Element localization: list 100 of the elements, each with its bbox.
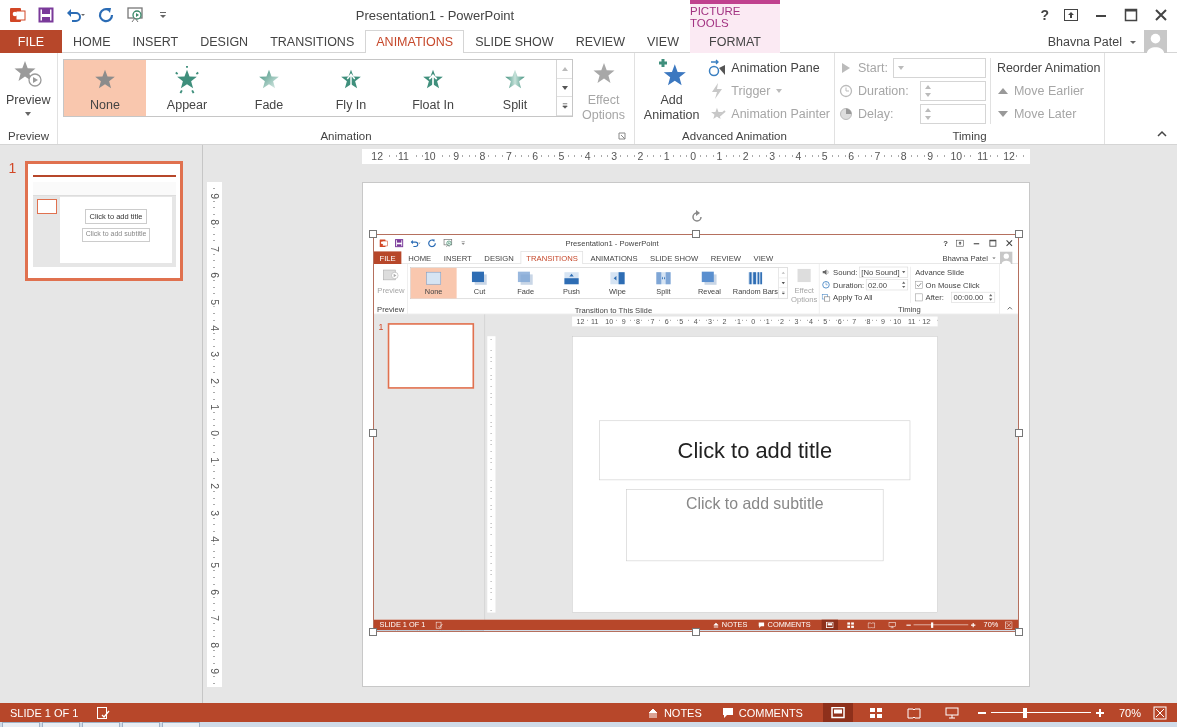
- ruler-number: 6: [209, 271, 220, 280]
- preview-button[interactable]: Preview: [4, 56, 53, 119]
- comments-button[interactable]: COMMENTS: [721, 706, 803, 719]
- ribbon-tab[interactable]: INSERT: [121, 30, 190, 53]
- ruler-number: 1: [715, 151, 724, 162]
- checkbox[interactable]: [915, 280, 923, 289]
- resize-handle[interactable]: [1015, 230, 1023, 238]
- ribbon-tab[interactable]: HOME: [62, 30, 122, 53]
- slide-icon: [608, 270, 627, 286]
- clock-icon: [839, 84, 853, 98]
- customize-caret-icon[interactable]: [460, 240, 466, 246]
- gallery-item[interactable]: Fly In: [310, 60, 392, 116]
- ruler-number: 11: [976, 151, 990, 162]
- resize-handle[interactable]: [369, 230, 377, 238]
- zoom-in-icon[interactable]: [1094, 707, 1105, 718]
- slide-icon: [654, 270, 673, 286]
- ribbon-tab[interactable]: REVIEW: [564, 30, 636, 53]
- customize-caret-icon[interactable]: [158, 10, 168, 20]
- ruler-number: 7: [209, 614, 220, 623]
- notes-button[interactable]: NOTES: [646, 706, 702, 719]
- ruler-number: 7: [504, 151, 513, 162]
- gallery-item[interactable]: Fade: [228, 60, 310, 116]
- ribbon-display-options-icon[interactable]: [1063, 7, 1079, 23]
- window-title: Presentation1 - PowerPoint: [355, 7, 515, 23]
- collapse-ribbon-icon[interactable]: [1157, 129, 1167, 139]
- blank-slide-icon: [424, 270, 443, 286]
- fit-to-window-icon[interactable]: [1153, 705, 1167, 720]
- gallery-item[interactable]: None: [64, 60, 146, 116]
- group-label: Preview: [8, 129, 49, 142]
- checkbox[interactable]: [915, 293, 923, 302]
- zoom-slider[interactable]: [913, 622, 969, 628]
- resize-handle[interactable]: [1015, 628, 1023, 636]
- ruler-number: 8: [478, 151, 487, 162]
- ruler-number: 1: [209, 456, 220, 464]
- undo-icon[interactable]: [66, 7, 86, 23]
- rotate-handle[interactable]: [690, 210, 704, 224]
- normal-view-button[interactable]: [822, 703, 853, 722]
- proofing-icon[interactable]: [96, 705, 111, 720]
- ruler-number: 6: [209, 588, 220, 596]
- ruler-number: 0: [689, 151, 697, 162]
- slide-counter: SLIDE 1 OF 1: [10, 706, 79, 719]
- ruler-number: 6: [847, 151, 855, 162]
- resize-handle[interactable]: [369, 429, 377, 437]
- ribbon-tab[interactable]: VIEW: [636, 30, 690, 53]
- ribbon-tab[interactable]: FORMAT: [690, 30, 780, 53]
- resize-handle[interactable]: [692, 628, 700, 636]
- group-label: Advanced Animation: [682, 129, 787, 142]
- ribbon-tab[interactable]: SLIDE SHOW: [464, 30, 565, 53]
- user-name[interactable]: Bhavna Patel: [1047, 34, 1122, 49]
- ribbon-tab[interactable]: TRANSITIONS: [259, 30, 366, 53]
- save-icon[interactable]: [38, 7, 54, 23]
- resize-handle[interactable]: [692, 230, 700, 238]
- spinner-arrows-icon: [988, 293, 993, 302]
- save-icon[interactable]: [394, 238, 404, 248]
- slide-sorter-button[interactable]: [846, 621, 855, 629]
- resize-handle[interactable]: [369, 628, 377, 636]
- ruler-number: 9: [209, 192, 220, 201]
- presentation-icon[interactable]: [126, 7, 146, 23]
- help-button[interactable]: ?: [1040, 7, 1049, 23]
- close-icon[interactable]: [1153, 7, 1169, 23]
- gallery-item[interactable]: Float In: [392, 60, 474, 116]
- resize-handle[interactable]: [1015, 429, 1023, 437]
- ruler-number: 3: [610, 151, 619, 162]
- maximize-icon[interactable]: [1123, 7, 1139, 23]
- ruler-number: 8: [899, 151, 908, 162]
- ruler-number: 2: [209, 377, 220, 385]
- zoom-level[interactable]: 70%: [1118, 706, 1141, 719]
- slider-thumb[interactable]: [1022, 707, 1027, 718]
- dialog-launcher-icon[interactable]: [618, 132, 626, 140]
- caret-up-icon: [560, 65, 569, 72]
- slide-icon: [470, 270, 489, 286]
- group-label: Animation: [320, 129, 372, 142]
- normal-view-button[interactable]: [821, 619, 838, 631]
- ruler-number: 2: [741, 151, 750, 162]
- gallery-item[interactable]: Split: [474, 60, 556, 116]
- spinner-arrows-icon: [923, 84, 932, 98]
- slide-number: 1: [7, 161, 18, 175]
- ruler-number: 0: [209, 429, 220, 438]
- ruler-number: 12: [370, 151, 384, 162]
- ribbon-button[interactable]: Animation Pane: [708, 58, 830, 78]
- add-animation-button[interactable]: Add Animation: [639, 56, 705, 125]
- spinner-arrows-icon: [923, 107, 932, 121]
- app-logo-icon: [10, 7, 26, 23]
- redo-icon[interactable]: [98, 7, 114, 23]
- slide-icon: [700, 270, 719, 286]
- slide-icon: [516, 270, 535, 286]
- ribbon-tab[interactable]: DESIGN: [189, 30, 260, 53]
- group-label: Timing: [952, 129, 987, 142]
- slide-show-button[interactable]: [944, 706, 959, 719]
- file-tab[interactable]: FILE: [0, 30, 62, 53]
- ruler-number: 4: [209, 535, 220, 544]
- reading-view-button[interactable]: [906, 706, 921, 719]
- ribbon-tab[interactable]: ANIMATIONS: [365, 30, 465, 53]
- slide-sorter-button[interactable]: [868, 706, 883, 719]
- slider-thumb[interactable]: [931, 622, 934, 628]
- slide-thumbnail[interactable]: [387, 323, 475, 389]
- caret-icon: [896, 65, 905, 71]
- ruler-number: 5: [557, 151, 566, 162]
- zoom-in-icon[interactable]: [970, 622, 976, 628]
- gallery-item[interactable]: Appear: [146, 60, 228, 116]
